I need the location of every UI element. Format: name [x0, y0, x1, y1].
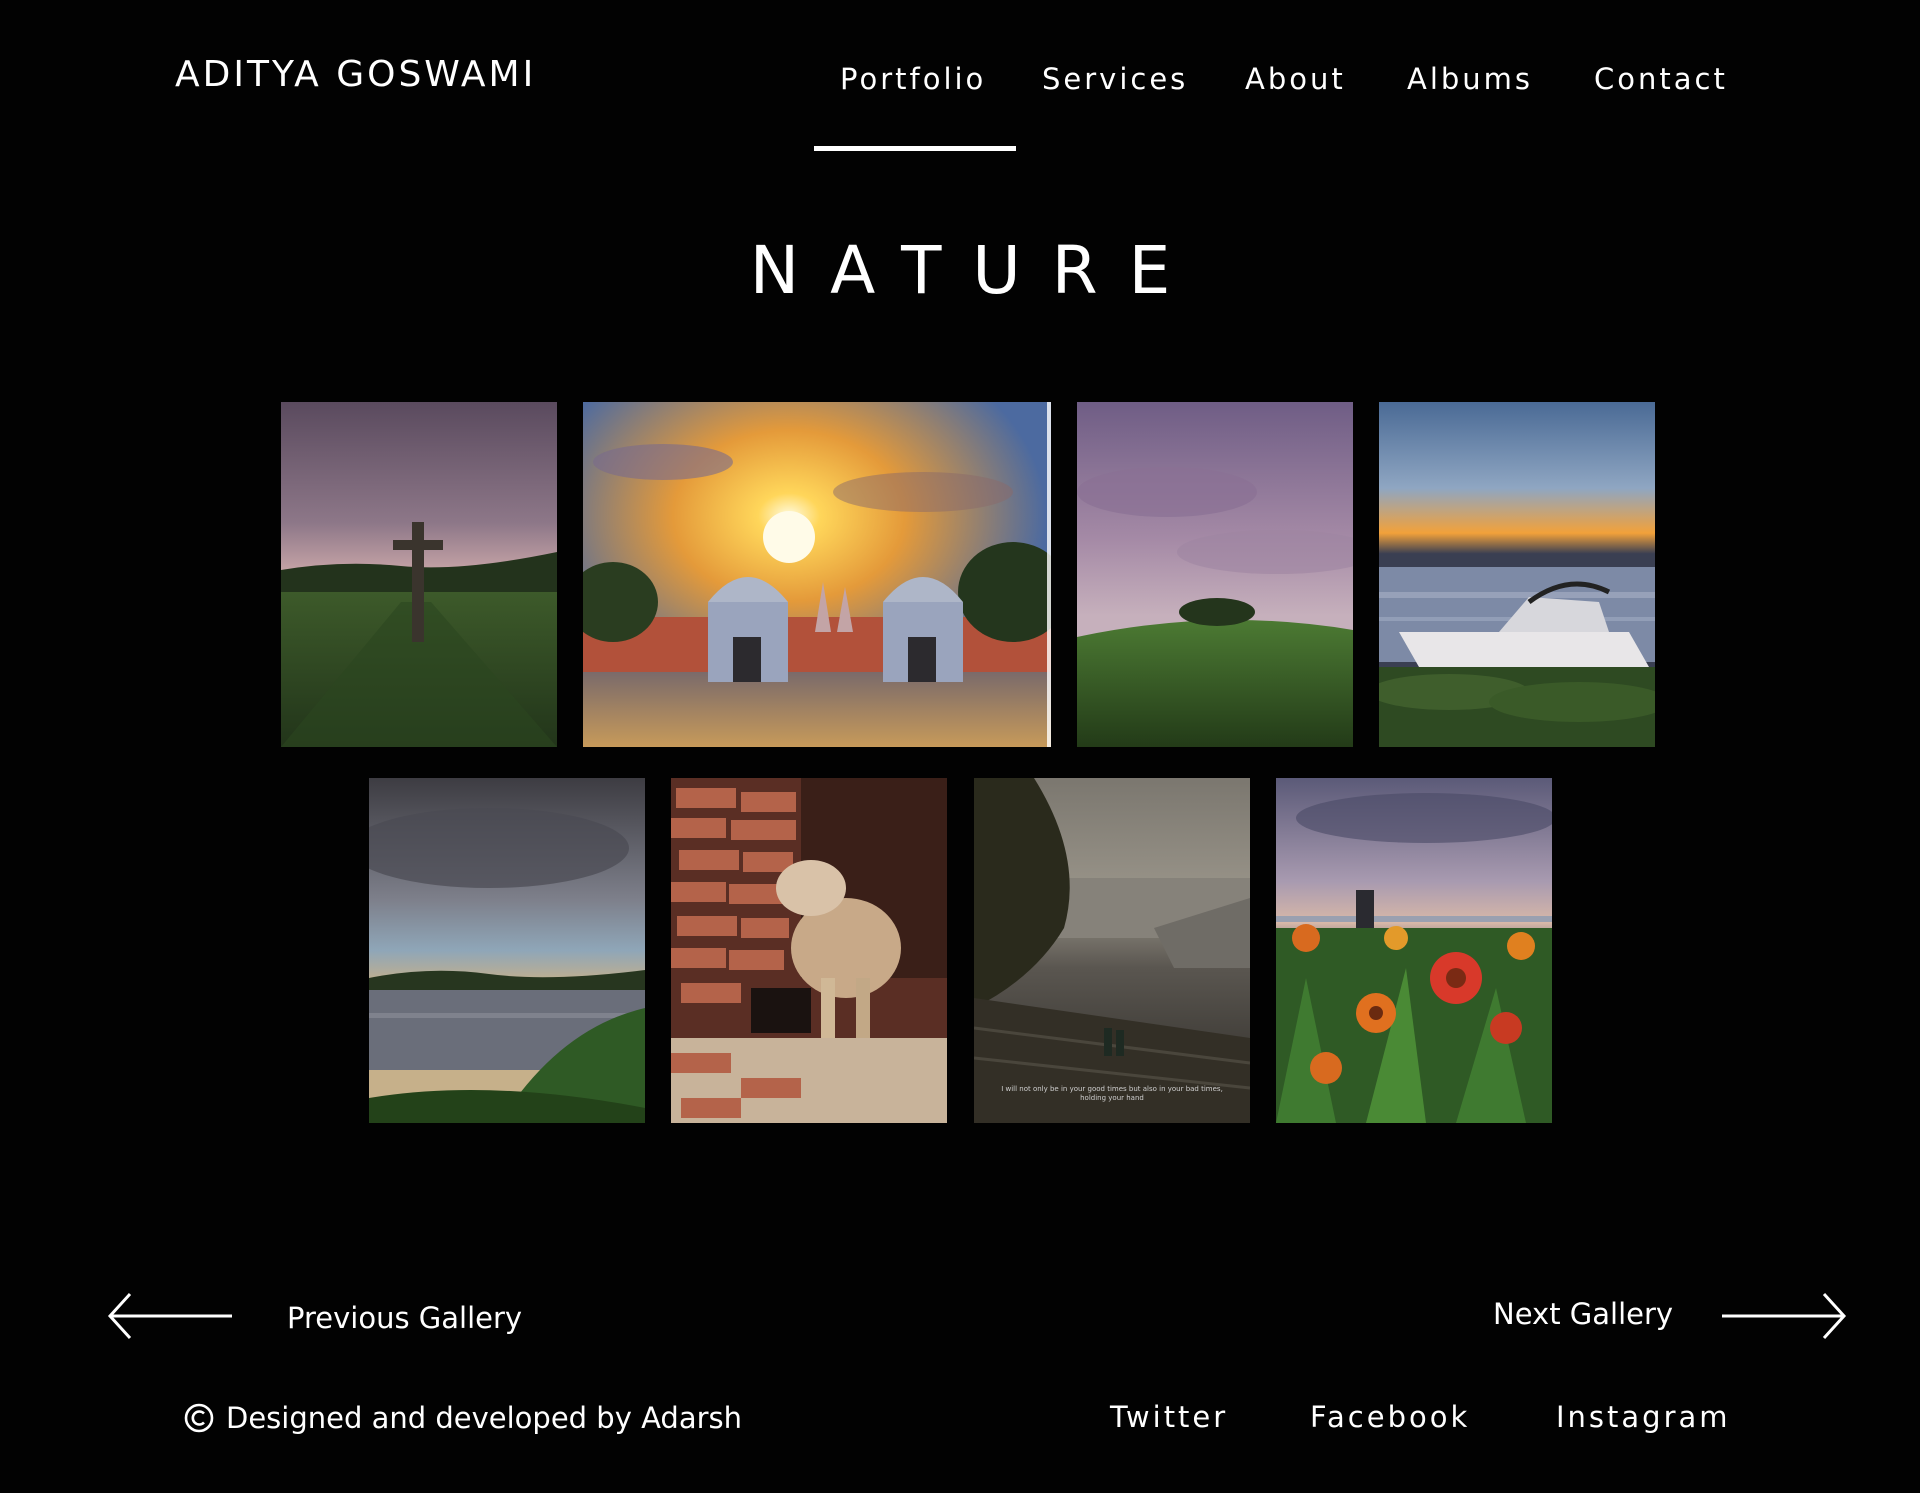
- gallery-photo-cross-field[interactable]: [281, 402, 557, 747]
- gallery-title: NATURE: [749, 232, 1202, 309]
- previous-gallery-link[interactable]: Previous Gallery: [287, 1301, 522, 1335]
- gallery-photo-dog-bricks[interactable]: [671, 778, 947, 1123]
- gallery-photo-purple-sky-hill[interactable]: [1077, 402, 1353, 747]
- facebook-link[interactable]: Facebook: [1310, 1400, 1470, 1434]
- next-arrow-icon[interactable]: [1720, 1292, 1848, 1340]
- nav-about[interactable]: About: [1245, 62, 1346, 96]
- nav-portfolio[interactable]: Portfolio: [840, 62, 986, 96]
- gallery-photo-riverside-steps[interactable]: I will not only be in your good times bu…: [974, 778, 1250, 1123]
- gallery-photo-lake-clouds[interactable]: [369, 778, 645, 1123]
- next-gallery-link[interactable]: Next Gallery: [1493, 1297, 1673, 1331]
- nav-contact[interactable]: Contact: [1594, 62, 1728, 96]
- footer-credit: Designed and developed by Adarsh: [184, 1398, 742, 1438]
- previous-arrow-icon[interactable]: [106, 1292, 234, 1340]
- copyright-icon: [184, 1403, 214, 1433]
- site-brand[interactable]: ADITYA GOSWAMI: [175, 54, 536, 95]
- instagram-link[interactable]: Instagram: [1556, 1400, 1731, 1434]
- gallery-photo-flowers-dusk[interactable]: [1276, 778, 1552, 1123]
- active-nav-indicator: [814, 146, 1016, 151]
- nav-services[interactable]: Services: [1042, 62, 1188, 96]
- gallery-photo-temple-sunset[interactable]: [583, 402, 1051, 747]
- footer-credit-text: Designed and developed by Adarsh: [226, 1401, 743, 1435]
- gallery-photo-boat-lake[interactable]: [1379, 402, 1655, 747]
- nav-albums[interactable]: Albums: [1407, 62, 1533, 96]
- twitter-link[interactable]: Twitter: [1110, 1400, 1228, 1434]
- riverside-photo-caption-1: I will not only be in your good times bu…: [1001, 1085, 1223, 1093]
- riverside-photo-caption-2: holding your hand: [1080, 1094, 1144, 1102]
